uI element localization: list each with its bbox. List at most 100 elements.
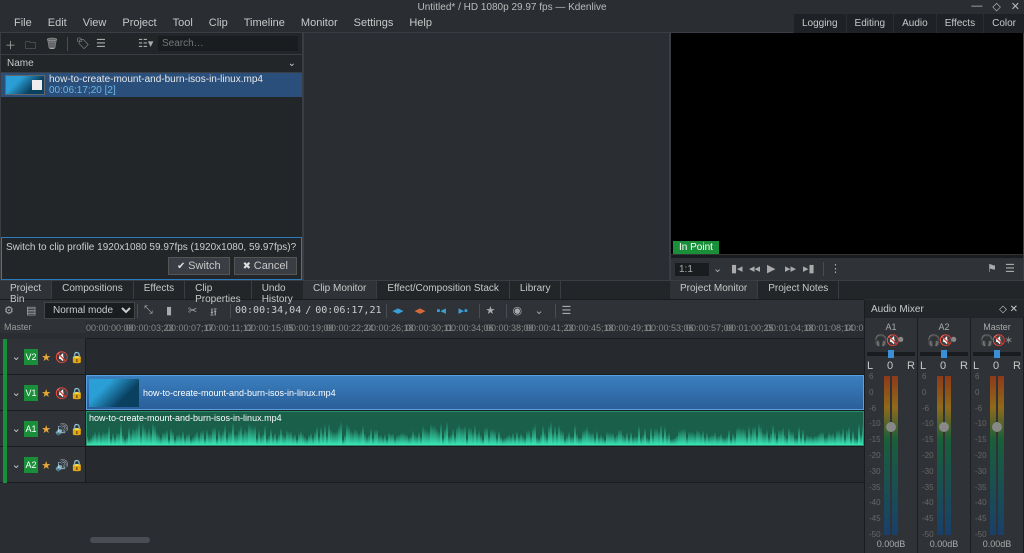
record-icon[interactable]: ⏺ xyxy=(898,334,908,344)
fader-handle[interactable] xyxy=(992,422,1002,432)
tab-project-monitor[interactable]: Project Monitor xyxy=(670,281,758,299)
tab-effect-stack[interactable]: Effect/Composition Stack xyxy=(377,281,510,299)
marker-icon[interactable]: ⚑ xyxy=(987,262,1001,276)
speaker-icon[interactable]: 🔊 xyxy=(55,423,67,435)
master-track-header[interactable]: Master xyxy=(0,321,86,333)
tab-effects[interactable]: Effects xyxy=(134,281,185,299)
overwrite-icon[interactable]: ▪◂ xyxy=(437,304,451,318)
favorite-icon[interactable]: ★ xyxy=(486,304,500,318)
tab-project-notes[interactable]: Project Notes xyxy=(758,281,839,299)
chevron-down-icon[interactable]: ⌄ xyxy=(713,262,727,276)
menu-tool[interactable]: Tool xyxy=(165,15,201,31)
headphone-icon[interactable]: 🎧 xyxy=(927,334,937,344)
timeline-scrollbar[interactable] xyxy=(90,537,150,543)
lock-icon[interactable]: 🔒 xyxy=(70,423,82,435)
gear-icon[interactable]: ⚙ xyxy=(4,304,18,318)
tag-icon[interactable]: 🏷 xyxy=(76,37,90,51)
menu-project[interactable]: Project xyxy=(114,15,164,31)
view-tree-icon[interactable]: ☷▾ xyxy=(138,37,152,51)
chevron-down-icon[interactable]: ⌄ xyxy=(12,458,21,471)
maximize-icon[interactable]: ◇ xyxy=(992,0,1000,13)
insert-icon[interactable]: ▸▪ xyxy=(459,304,473,318)
pointer-tool-icon[interactable]: ⤡ xyxy=(144,304,158,318)
fader-handle[interactable] xyxy=(939,422,949,432)
headphone-icon[interactable]: 🎧 xyxy=(874,334,884,344)
search-input[interactable] xyxy=(158,36,298,51)
timeline-ruler[interactable]: 00:00:00:0000:00:03;2300:00:07;1700:00:1… xyxy=(86,321,864,339)
mute-icon[interactable]: 🔇 xyxy=(886,334,896,344)
track-compositing-icon[interactable]: ▤ xyxy=(26,304,40,318)
headphone-icon[interactable]: 🎧 xyxy=(980,334,990,344)
minimize-icon[interactable]: — xyxy=(971,0,982,13)
track-label[interactable]: A1 xyxy=(24,421,38,437)
rewind-start-icon[interactable]: ▮◂ xyxy=(731,262,745,276)
folder-icon[interactable]: 🗀 xyxy=(25,37,39,51)
tab-audio[interactable]: Audio xyxy=(893,14,936,33)
track-label[interactable]: V1 xyxy=(24,385,38,401)
tab-color[interactable]: Color xyxy=(983,14,1024,33)
chevron-down-icon[interactable]: ⌄ xyxy=(288,58,296,69)
close-icon[interactable]: ✕ xyxy=(1011,0,1020,13)
level-meter[interactable]: 60-6-10-15-20-30-35-40-45-50 xyxy=(867,372,915,539)
razor-tool-icon[interactable]: ▮ xyxy=(166,304,180,318)
filter-icon[interactable]: ☰ xyxy=(96,37,110,51)
play-icon[interactable]: ▶ xyxy=(767,262,781,276)
cancel-button[interactable]: ✖ Cancel xyxy=(234,257,297,275)
close-icon[interactable]: ✕ xyxy=(1010,304,1018,315)
pan-slider[interactable] xyxy=(867,352,915,356)
chevron-down-icon[interactable]: ⌄ xyxy=(12,350,21,363)
show-audio-icon[interactable]: ☰ xyxy=(562,304,576,318)
bin-clip-row[interactable]: how-to-create-mount-and-burn-isos-in-lin… xyxy=(1,73,302,97)
menu-edit[interactable]: Edit xyxy=(40,15,75,31)
lock-icon[interactable]: 🔒 xyxy=(70,387,82,399)
rewind-icon[interactable]: ◂◂ xyxy=(749,262,763,276)
mute-icon[interactable]: 🔇 xyxy=(55,387,67,399)
track-label[interactable]: V2 xyxy=(24,349,38,365)
tab-logging[interactable]: Logging xyxy=(793,14,846,33)
lock-icon[interactable]: 🔒 xyxy=(70,351,82,363)
add-clip-icon[interactable]: ＋▾ xyxy=(5,37,19,51)
menu-file[interactable]: File xyxy=(6,15,40,31)
tab-clip-properties[interactable]: Clip Properties xyxy=(185,281,252,299)
pan-slider[interactable] xyxy=(920,352,968,356)
mute-icon[interactable]: 🔇 xyxy=(939,334,949,344)
pan-slider[interactable] xyxy=(973,352,1021,356)
menu-timeline[interactable]: Timeline xyxy=(236,15,293,31)
menu-settings[interactable]: Settings xyxy=(346,15,402,31)
star-icon[interactable]: ★ xyxy=(41,459,52,471)
edit-mode-select[interactable]: Normal mode xyxy=(44,302,135,319)
speaker-icon[interactable]: 🔊 xyxy=(55,459,67,471)
tab-effects[interactable]: Effects xyxy=(936,14,983,33)
tab-project-bin[interactable]: Project Bin xyxy=(0,281,52,299)
level-meter[interactable]: 60-6-10-15-20-30-35-40-45-50 xyxy=(973,372,1021,539)
delete-icon[interactable]: 🗑 xyxy=(45,37,59,51)
options-icon[interactable]: ☰ xyxy=(1005,262,1019,276)
tab-clip-monitor[interactable]: Clip Monitor xyxy=(303,281,377,299)
slip-tool-icon[interactable]: ⭿ xyxy=(210,304,224,318)
track-label[interactable]: A2 xyxy=(24,457,38,473)
star-icon[interactable]: ★ xyxy=(41,351,52,363)
mute-icon[interactable]: 🔇 xyxy=(992,334,1002,344)
fader-handle[interactable] xyxy=(886,422,896,432)
star-icon[interactable]: ★ xyxy=(41,387,52,399)
menu-monitor[interactable]: Monitor xyxy=(293,15,346,31)
mute-icon[interactable]: 🔇 xyxy=(55,351,67,363)
chevron-down-icon[interactable]: ⌄ xyxy=(12,422,21,435)
menu-help[interactable]: Help xyxy=(401,15,440,31)
level-meter[interactable]: 60-6-10-15-20-30-35-40-45-50 xyxy=(920,372,968,539)
timeline-video-clip[interactable]: how-to-create-mount-and-burn-isos-in-lin… xyxy=(86,375,864,410)
forward-icon[interactable]: ▸▸ xyxy=(785,262,799,276)
zoom-select[interactable] xyxy=(675,263,709,276)
chevron-down-icon[interactable]: ⌄ xyxy=(12,386,21,399)
more-icon[interactable]: ⋮ xyxy=(830,262,844,276)
tab-compositions[interactable]: Compositions xyxy=(52,281,134,299)
menu-clip[interactable]: Clip xyxy=(201,15,236,31)
zone-in-icon[interactable]: ◂▸ xyxy=(393,304,407,318)
timeline-audio-clip[interactable]: how-to-create-mount-and-burn-isos-in-lin… xyxy=(86,411,864,446)
forward-end-icon[interactable]: ▸▮ xyxy=(803,262,817,276)
tab-editing[interactable]: Editing xyxy=(846,14,894,33)
preview-render-icon[interactable]: ◉ xyxy=(513,304,527,318)
spacer-tool-icon[interactable]: ✂ xyxy=(188,304,202,318)
chevron-down-icon[interactable]: ⌄ xyxy=(535,304,549,318)
menu-view[interactable]: View xyxy=(75,15,115,31)
